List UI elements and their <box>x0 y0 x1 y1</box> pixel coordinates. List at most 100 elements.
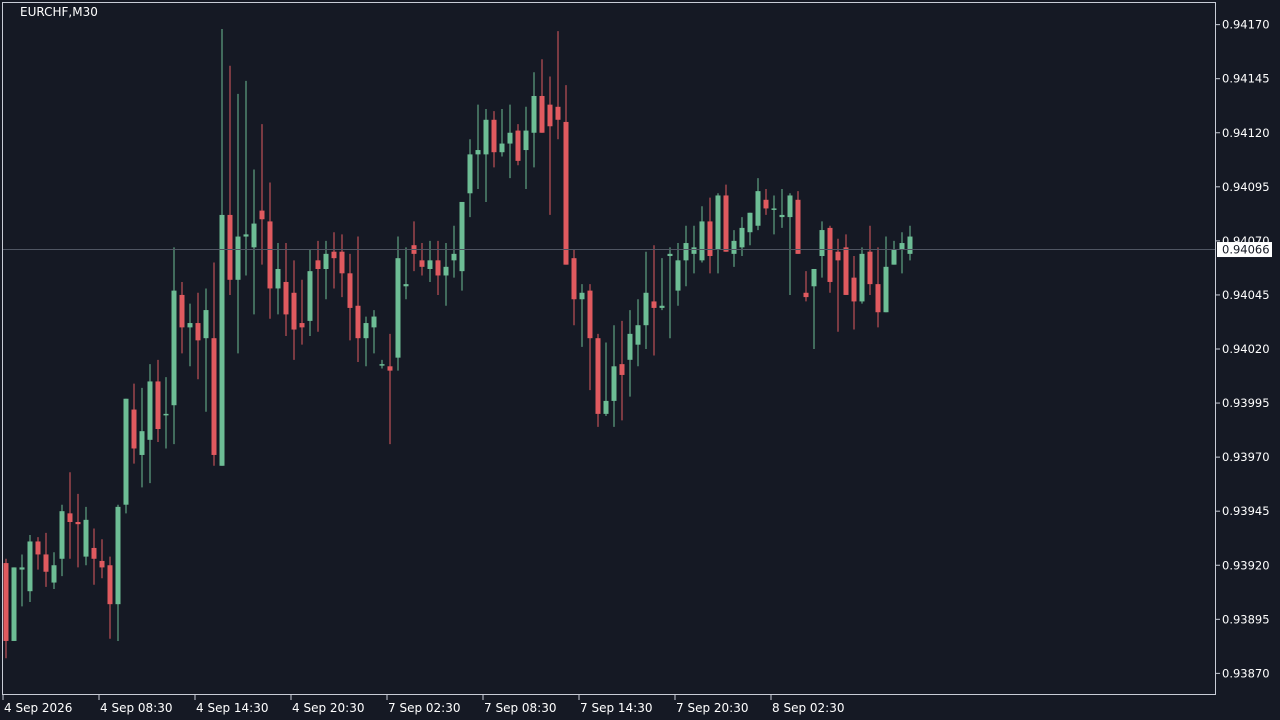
candle-body <box>315 260 321 269</box>
candle-body <box>51 565 57 583</box>
candle <box>155 359 161 442</box>
candle-body <box>739 227 745 248</box>
candle <box>339 234 345 298</box>
candle-body <box>291 292 297 330</box>
candle <box>563 85 569 265</box>
candle-body <box>675 260 681 291</box>
candle <box>219 28 225 466</box>
candle <box>627 310 633 397</box>
candle-body <box>379 364 385 366</box>
time-tick-label: 4 Sep 2026 <box>4 701 72 715</box>
candle <box>299 279 305 345</box>
candle-body <box>563 121 569 265</box>
candle-body <box>835 251 841 261</box>
candle <box>403 247 409 300</box>
candle <box>907 225 913 261</box>
candle <box>251 169 257 315</box>
candle-body <box>283 281 289 315</box>
candle-body <box>43 554 49 572</box>
candle-body <box>707 221 713 257</box>
candle-body <box>203 310 209 339</box>
candle-body <box>355 305 361 339</box>
candlestick-chart[interactable]: 0.941700.941450.941200.940950.940700.940… <box>0 0 1280 720</box>
candle-body <box>123 398 129 505</box>
candle-body <box>699 221 705 261</box>
candle <box>619 320 625 421</box>
candle-body <box>683 243 689 261</box>
candle-body <box>667 253 673 257</box>
candle <box>387 333 393 445</box>
candle-body <box>851 277 857 302</box>
candle-body <box>139 431 145 455</box>
candle-body <box>867 251 873 285</box>
candle <box>235 93 241 354</box>
candle <box>91 528 97 585</box>
candle-body <box>443 266 449 276</box>
candle <box>811 268 817 349</box>
candle-body <box>643 292 649 326</box>
candle <box>835 238 841 332</box>
time-tick-label: 7 Sep 14:30 <box>580 701 652 715</box>
candle-body <box>155 381 161 430</box>
candle <box>883 236 889 313</box>
candle <box>355 236 361 362</box>
candle-body <box>859 253 865 302</box>
candle <box>419 243 425 276</box>
price-tick-label: 0.94120 <box>1222 126 1270 140</box>
candle <box>315 240 321 332</box>
price-tick-label: 0.93995 <box>1222 396 1270 410</box>
candle <box>675 243 681 306</box>
candle <box>347 253 353 341</box>
candle <box>515 124 521 166</box>
time-axis[interactable]: 4 Sep 2026 4 Sep 08:30 4 Sep 14:30 4 Sep 20… <box>2 695 844 715</box>
candle-body <box>579 292 585 300</box>
time-tick-label: 4 Sep 20:30 <box>292 701 364 715</box>
time-tick-label: 7 Sep 02:30 <box>388 701 460 715</box>
candle <box>763 188 769 215</box>
candle <box>451 225 457 278</box>
time-tick-label: 4 Sep 14:30 <box>196 701 268 715</box>
candle <box>363 316 369 367</box>
candle <box>59 504 65 577</box>
candle <box>435 240 441 295</box>
candle-body <box>811 268 817 287</box>
candle <box>579 284 585 347</box>
candle-body <box>507 132 513 144</box>
candle-body <box>779 214 785 218</box>
candle <box>131 383 137 464</box>
candle <box>667 247 673 339</box>
candle-body <box>235 236 241 280</box>
candle-body <box>403 284 409 287</box>
candle-body <box>227 214 233 280</box>
candle <box>147 364 153 484</box>
candle <box>771 195 777 235</box>
candle <box>443 243 449 306</box>
candle <box>427 240 433 282</box>
candle <box>795 191 801 254</box>
candle-body <box>907 236 913 254</box>
candle <box>747 212 753 246</box>
candle <box>483 108 489 202</box>
candle-body <box>691 247 697 254</box>
chart-window[interactable]: 0.94170 0.94145 0.94120 0.94095 0.94070 0.940… <box>0 0 1280 720</box>
candle <box>3 558 9 659</box>
candle <box>139 387 145 488</box>
candle-body <box>451 253 457 261</box>
candle <box>371 310 377 354</box>
candle <box>67 472 73 559</box>
candle <box>851 256 857 330</box>
candle <box>267 182 273 319</box>
price-axis[interactable]: 0.941700.941450.941200.940950.940700.940… <box>1216 18 1270 681</box>
candle-body <box>339 251 345 274</box>
current-price-value: 0.94066 <box>1222 243 1270 257</box>
price-tick-label: 0.93945 <box>1222 504 1270 518</box>
candle <box>803 271 809 302</box>
candle-body <box>747 212 753 233</box>
candle <box>27 534 33 603</box>
candle-body <box>75 522 81 525</box>
candle <box>179 281 185 354</box>
candle-body <box>387 366 393 371</box>
candle <box>659 258 665 311</box>
symbol-timeframe-label: EURCHF,M30 <box>20 5 98 19</box>
candle-body <box>347 273 353 308</box>
